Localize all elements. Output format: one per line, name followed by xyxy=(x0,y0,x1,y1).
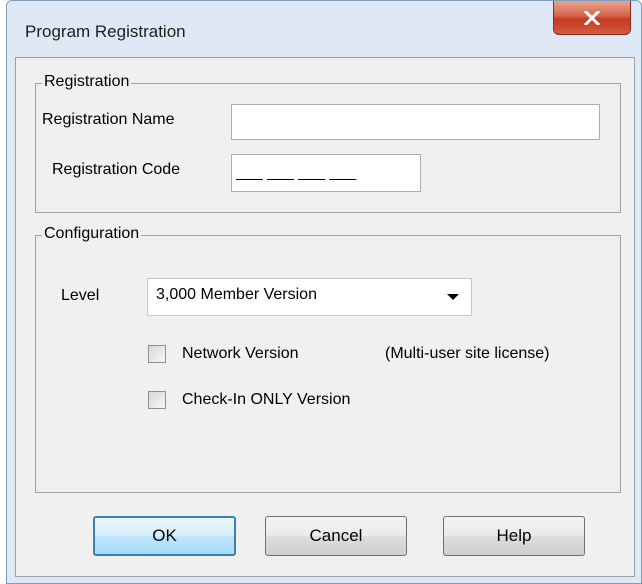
level-selected-value: 3,000 Member Version xyxy=(156,286,317,303)
level-dropdown[interactable]: 3,000 Member Version xyxy=(147,278,472,316)
cancel-button[interactable]: Cancel xyxy=(265,516,407,556)
close-button[interactable] xyxy=(553,1,631,35)
title-bar[interactable]: Program Registration xyxy=(7,1,641,57)
window-title: Program Registration xyxy=(25,22,186,41)
dialog-client-area: Registration Registration Name Registrat… xyxy=(15,57,635,577)
registration-group: Registration Registration Name Registrat… xyxy=(35,73,621,213)
checkin-only-checkbox[interactable] xyxy=(148,391,166,409)
close-icon xyxy=(584,10,600,25)
network-version-label[interactable]: Network Version xyxy=(182,345,299,363)
registration-code-input[interactable] xyxy=(231,154,421,192)
dropdown-arrow-icon xyxy=(447,294,459,300)
network-version-checkbox[interactable] xyxy=(148,345,166,363)
network-version-note: (Multi-user site license) xyxy=(385,345,550,362)
program-registration-window: Program Registration Registration Regist… xyxy=(6,0,642,584)
registration-name-input[interactable] xyxy=(231,104,600,140)
registration-code-label: Registration Code xyxy=(52,161,181,178)
checkin-only-label[interactable]: Check-In ONLY Version xyxy=(182,391,350,409)
ok-button[interactable]: OK xyxy=(93,516,236,556)
level-label: Level xyxy=(61,287,100,304)
registration-group-label: Registration xyxy=(42,73,132,91)
configuration-group-label: Configuration xyxy=(42,225,142,243)
help-button[interactable]: Help xyxy=(443,516,585,556)
registration-name-label: Registration Name xyxy=(42,111,175,128)
configuration-group: Configuration Level 3,000 Member Version… xyxy=(35,225,621,493)
